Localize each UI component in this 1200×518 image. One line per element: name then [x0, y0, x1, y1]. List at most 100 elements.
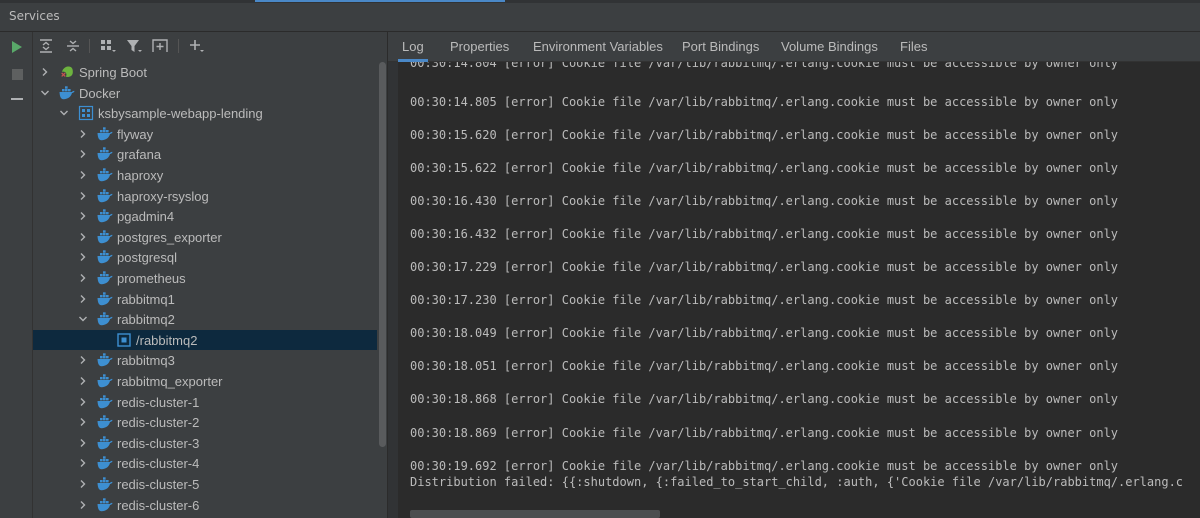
- tree-item[interactable]: ksbysample-webapp-lending: [33, 103, 377, 123]
- tree-item-label: redis-cluster-1: [117, 394, 200, 410]
- play-icon: [12, 41, 22, 53]
- docker-icon: [97, 414, 113, 430]
- chevron-right-icon[interactable]: [77, 499, 89, 511]
- docker-icon: [97, 373, 113, 389]
- tab-properties[interactable]: Properties: [450, 32, 509, 61]
- chevron-right-icon[interactable]: [77, 190, 89, 202]
- chevron-right-icon[interactable]: [77, 457, 89, 469]
- minimize-button[interactable]: [8, 90, 26, 108]
- docker-icon: [97, 126, 113, 142]
- spring-boot-icon: [59, 64, 75, 80]
- services-tree[interactable]: Spring Boot Docker ksbysample-webapp-lendi…: [33, 62, 377, 518]
- tree-item[interactable]: rabbitmq2: [33, 309, 377, 329]
- docker-icon: [97, 291, 113, 307]
- chevron-right-icon[interactable]: [77, 396, 89, 408]
- tree-item[interactable]: /rabbitmq2: [33, 330, 377, 350]
- log-line: 00:30:17.229 [error] Cookie file /var/li…: [410, 260, 1119, 274]
- tree-item[interactable]: rabbitmq1: [33, 289, 377, 309]
- log-line: 00:30:17.230 [error] Cookie file /var/li…: [410, 293, 1119, 307]
- docker-icon: [97, 455, 113, 471]
- docker-icon: [97, 146, 113, 162]
- chevron-right-icon[interactable]: [77, 148, 89, 160]
- tree-item[interactable]: Spring Boot: [33, 62, 377, 82]
- docker-icon: [97, 270, 113, 286]
- expand-all-button[interactable]: [37, 37, 55, 55]
- chevron-right-icon[interactable]: [77, 272, 89, 284]
- tree-item[interactable]: rabbitmq3: [33, 350, 377, 370]
- docker-icon: [97, 208, 113, 224]
- chevron-down-icon[interactable]: [77, 313, 89, 325]
- tree-scroll-thumb[interactable]: [379, 62, 386, 447]
- chevron-right-icon[interactable]: [77, 128, 89, 140]
- tree-item-label: flyway: [117, 126, 154, 142]
- active-tool-indicator: [255, 0, 505, 2]
- tree-item[interactable]: rabbitmq_exporter: [33, 371, 377, 391]
- add-service-button[interactable]: [187, 37, 205, 55]
- log-horizontal-scroll-thumb[interactable]: [410, 510, 660, 518]
- log-line: 00:30:16.430 [error] Cookie file /var/li…: [410, 194, 1119, 208]
- tab-environment-variables[interactable]: Environment Variables: [533, 32, 663, 61]
- log-line: 00:30:19.692 [error] Cookie file /var/li…: [410, 459, 1119, 473]
- chevron-right-icon[interactable]: [77, 231, 89, 243]
- docker-icon: [97, 229, 113, 245]
- tree-item[interactable]: flyway: [33, 124, 377, 144]
- tree-item[interactable]: redis-cluster-3: [33, 433, 377, 453]
- chevron-down-icon[interactable]: [39, 87, 51, 99]
- stop-button[interactable]: [8, 65, 26, 83]
- tab-log[interactable]: Log: [398, 32, 428, 62]
- chevron-right-icon[interactable]: [77, 251, 89, 263]
- collapse-all-button[interactable]: [64, 37, 82, 55]
- tree-item[interactable]: pgadmin4: [33, 206, 377, 226]
- group-by-button[interactable]: [99, 37, 117, 55]
- tree-item[interactable]: postgres_exporter: [33, 227, 377, 247]
- toolbar-separator: [178, 39, 179, 53]
- tree-item[interactable]: prometheus: [33, 268, 377, 288]
- tree-item[interactable]: haproxy: [33, 165, 377, 185]
- chevron-right-icon[interactable]: [77, 169, 89, 181]
- docker-icon: [97, 167, 113, 183]
- docker-icon: [59, 85, 75, 101]
- tree-item[interactable]: redis-cluster-1: [33, 392, 377, 412]
- chevron-right-icon[interactable]: [77, 293, 89, 305]
- chevron-right-icon[interactable]: [77, 416, 89, 428]
- tree-vertical-scrollbar[interactable]: [378, 62, 387, 518]
- tree-item[interactable]: haproxy-rsyslog: [33, 186, 377, 206]
- tree-item-label: redis-cluster-4: [117, 455, 200, 471]
- tree-item-label: prometheus: [117, 270, 186, 286]
- log-line-distribution-failed: Distribution failed: {{:shutdown, {:fail…: [410, 475, 1184, 489]
- tree-item-label: rabbitmq2: [117, 311, 175, 327]
- tree-item[interactable]: postgresql: [33, 247, 377, 267]
- log-line: 00:30:18.051 [error] Cookie file /var/li…: [410, 359, 1119, 373]
- chevron-right-icon[interactable]: [77, 210, 89, 222]
- tree-item[interactable]: redis-cluster-4: [33, 453, 377, 473]
- tree-item[interactable]: grafana: [33, 144, 377, 164]
- chevron-down-icon[interactable]: [58, 107, 70, 119]
- tree-item[interactable]: redis-cluster-2: [33, 412, 377, 432]
- tree-item[interactable]: Docker: [33, 83, 377, 103]
- chevron-right-icon[interactable]: [77, 437, 89, 449]
- log-line: 00:30:15.620 [error] Cookie file /var/li…: [410, 128, 1119, 142]
- tree-item[interactable]: redis-cluster-6: [33, 495, 377, 515]
- chevron-right-icon[interactable]: [77, 478, 89, 490]
- details-tabbar: Log Properties Environment Variables Port B…: [388, 32, 1200, 62]
- tab-port-bindings[interactable]: Port Bindings: [682, 32, 759, 61]
- chevron-right-icon[interactable]: [77, 375, 89, 387]
- filter-button[interactable]: [125, 37, 143, 55]
- tool-window-header: Services: [0, 3, 1200, 32]
- chevron-right-icon[interactable]: [39, 66, 51, 78]
- log-console[interactable]: 00:30:14.804 [error] Cookie file /var/li…: [398, 62, 1200, 518]
- chevron-right-icon[interactable]: [77, 354, 89, 366]
- new-tab-button[interactable]: [151, 37, 169, 55]
- docker-icon: [97, 311, 113, 327]
- tree-item-label: ksbysample-webapp-lending: [98, 105, 263, 121]
- collapse-all-icon: [67, 40, 79, 52]
- tree-item-label: redis-cluster-2: [117, 414, 200, 430]
- tab-volume-bindings[interactable]: Volume Bindings: [781, 32, 878, 61]
- log-line: 00:30:14.805 [error] Cookie file /var/li…: [410, 95, 1119, 109]
- left-action-strip: [0, 32, 33, 518]
- tree-item-label: Spring Boot: [79, 64, 147, 80]
- stop-icon: [11, 68, 23, 80]
- run-button[interactable]: [8, 38, 26, 56]
- tree-item[interactable]: redis-cluster-5: [33, 474, 377, 494]
- tab-files[interactable]: Files: [900, 32, 927, 61]
